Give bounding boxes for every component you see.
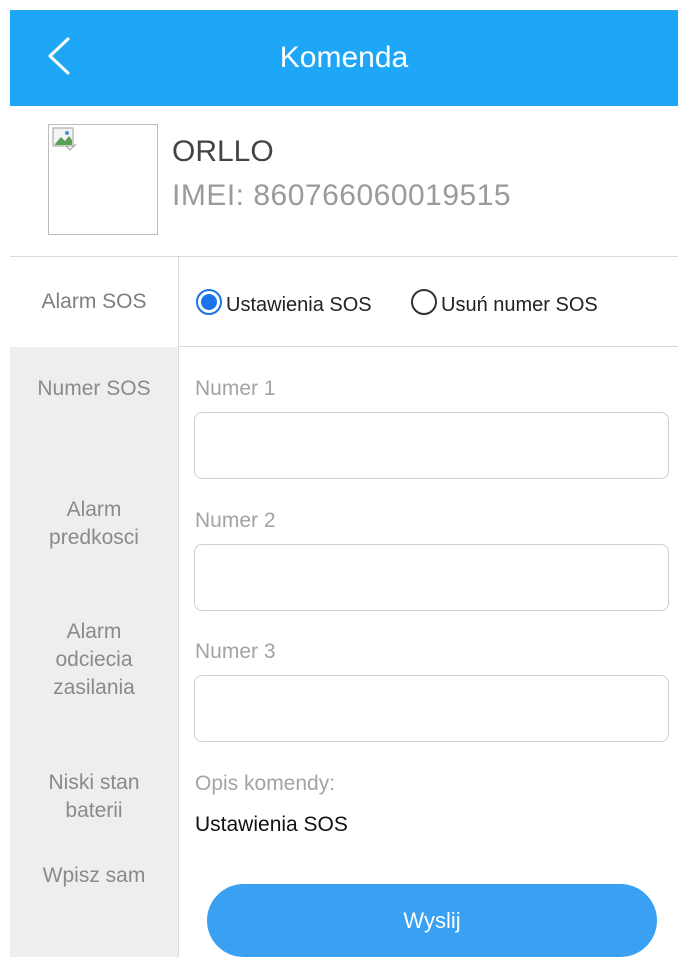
sidebar-item-label: Wpisz sam [42, 864, 146, 887]
sidebar-item-niski-stan-baterii[interactable]: Niski stan baterii [10, 741, 178, 825]
radio-label: Ustawienia SOS [226, 293, 372, 316]
numer-3-label: Numer 3 [195, 640, 276, 663]
sidebar-item-label: Alarm SOS [41, 290, 147, 313]
radio-usun-numer-sos[interactable]: Usuń numer SOS [411, 289, 598, 316]
numer-1-input[interactable] [194, 412, 669, 479]
radio-unchecked-icon [411, 289, 437, 315]
description-value: Ustawienia SOS [195, 813, 348, 836]
radio-ustawienia-sos[interactable]: Ustawienia SOS [196, 289, 372, 316]
vertical-divider [178, 257, 179, 957]
sidebar-item-wpisz-sam[interactable]: Wpisz sam [10, 862, 178, 890]
sidebar-item-alarm-odciecia-zasilania[interactable]: Alarm odciecia zasilania [10, 590, 178, 702]
top-app-bar: Komenda [10, 10, 678, 106]
numer-3-input[interactable] [194, 675, 669, 742]
sidebar-item-numer-sos[interactable]: Numer SOS [10, 375, 178, 403]
sidebar-item-label: Niski stan baterii [48, 771, 140, 822]
broken-image-icon [52, 127, 77, 151]
device-card: ORLLO IMEI: 860766060019515 [10, 106, 678, 256]
sidebar-item-label: Numer SOS [37, 377, 151, 400]
sidebar-item-alarm-predkosci[interactable]: Alarm predkosci [10, 468, 178, 552]
device-imei: IMEI: 860766060019515 [172, 179, 512, 212]
device-name: ORLLO [172, 135, 274, 168]
radio-label: Usuń numer SOS [441, 293, 598, 316]
send-button[interactable]: Wyslij [207, 884, 657, 957]
sidebar-item-alarm-sos[interactable]: Alarm SOS [10, 257, 178, 347]
sidebar-item-label: Alarm predkosci [49, 498, 139, 549]
numer-2-label: Numer 2 [195, 509, 276, 532]
radio-checked-icon [196, 289, 222, 315]
numer-1-label: Numer 1 [195, 377, 276, 400]
description-label: Opis komendy: [195, 772, 336, 795]
page-title: Komenda [279, 41, 409, 74]
command-sidebar: Alarm SOS Numer SOS Alarm predkosci Alar… [10, 257, 178, 957]
sidebar-item-label: Alarm odciecia zasilania [53, 620, 135, 699]
device-image [48, 124, 158, 235]
mode-radio-group: Ustawienia SOS Usuń numer SOS [179, 257, 678, 347]
numer-2-input[interactable] [194, 544, 669, 611]
